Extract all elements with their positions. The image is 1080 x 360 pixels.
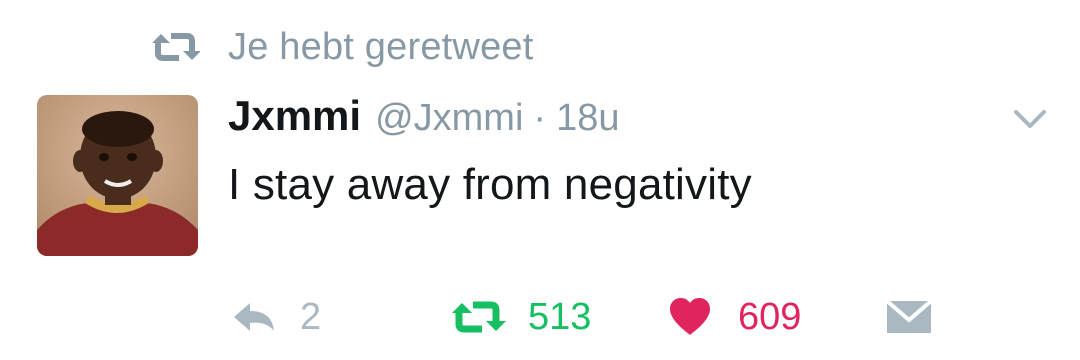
like-count: 609 — [738, 295, 802, 338]
tweet-header: Jxmmi @Jxmmi · 18u — [228, 92, 619, 144]
avatar-photo — [37, 95, 198, 256]
envelope-icon — [886, 300, 932, 333]
tweet-text: I stay away from negativity — [228, 160, 752, 209]
retweet-icon — [152, 33, 200, 61]
user-handle[interactable]: @Jxmmi — [375, 97, 523, 140]
tweet-timestamp[interactable]: 18u — [556, 97, 619, 140]
avatar[interactable] — [37, 95, 198, 256]
retweet-context-label: Je hebt geretweet — [228, 25, 534, 68]
heart-icon — [670, 298, 710, 335]
reply-count: 2 — [300, 295, 322, 338]
header-separator: · — [533, 97, 547, 139]
reply-button[interactable]: 2 — [232, 290, 321, 344]
chevron-down-icon[interactable] — [1010, 104, 1050, 134]
retweet-button[interactable]: 513 — [450, 290, 591, 344]
display-name[interactable]: Jxmmi — [228, 92, 361, 140]
reply-icon — [234, 303, 274, 331]
like-button[interactable]: 609 — [668, 290, 801, 344]
retweet-icon — [452, 301, 506, 333]
direct-message-button[interactable] — [886, 290, 932, 344]
retweet-count: 513 — [528, 295, 592, 338]
retweet-context: Je hebt geretweet — [150, 24, 534, 70]
tweet-actions: 2 513 609 — [0, 290, 1080, 344]
